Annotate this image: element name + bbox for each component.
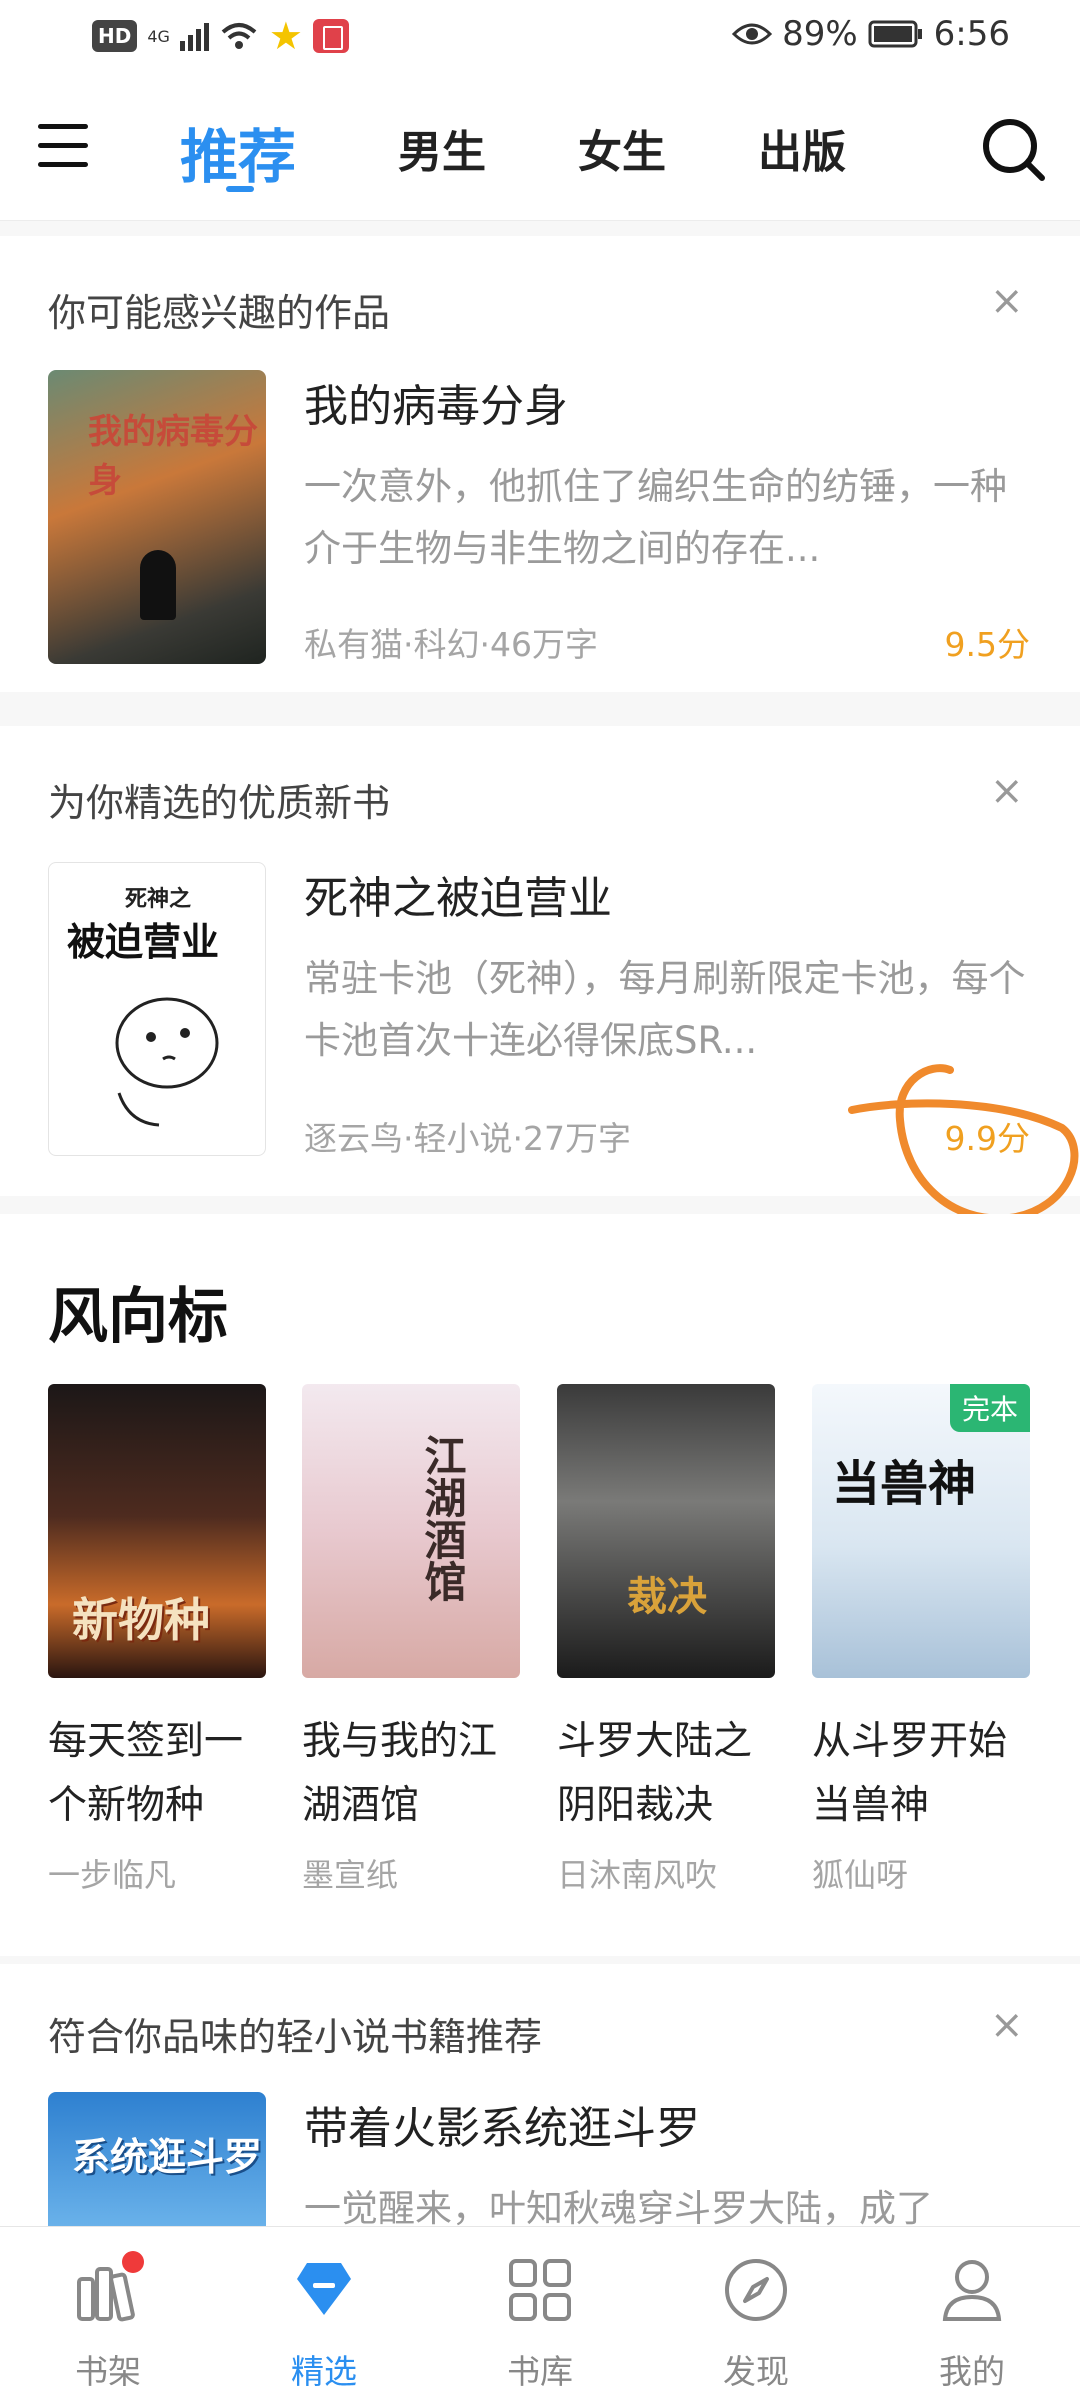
book-cover[interactable]: 完本 当兽神 [812, 1384, 1030, 1678]
book-author: 日沐南风吹 [557, 1856, 718, 1894]
app-notification-icon [313, 19, 349, 53]
hd-indicator: HD [92, 20, 138, 52]
cover-title: 当兽神 [832, 1456, 977, 1512]
cover-title: 江湖酒馆 [418, 1434, 467, 1602]
battery-icon [868, 20, 922, 48]
tab-recommend[interactable]: 推荐 [180, 110, 296, 194]
book-title[interactable]: 我的病毒分身 [304, 370, 568, 434]
cover-subtitle: 死神之 [125, 887, 192, 912]
cover-title: 我的病毒分身 [88, 412, 258, 501]
book-description: 一觉醒来，叶知秋魂穿斗罗大陆，成了 [304, 2187, 933, 2226]
section-title: 符合你品味的轻小说书籍推荐 [48, 2015, 543, 2059]
close-icon[interactable]: × [990, 278, 1024, 324]
cover-title: 新物种 [72, 1593, 210, 1647]
book-description: 常驻卡池（死神），每月刷新限定卡池，每个卡池首次十连必得保底SR... [304, 957, 1026, 1062]
book-title[interactable]: 我与我的江湖酒馆 [302, 1710, 532, 1838]
nav-label: 发现 [723, 2352, 789, 2391]
section-recommend-1: 你可能感兴趣的作品 × 我的病毒分身 我的病毒分身 一次意外，他抓住了编织生命的… [0, 236, 1080, 692]
battery-percent: 89% [782, 14, 858, 54]
signal-icon [179, 21, 209, 51]
nav-mine[interactable]: 我的 [864, 2227, 1080, 2401]
menu-icon[interactable] [38, 124, 88, 174]
book-cover[interactable]: 系统逛斗罗 [48, 2092, 266, 2226]
clock: 6:56 [933, 14, 1010, 54]
nav-label: 我的 [939, 2352, 1005, 2391]
close-icon[interactable]: × [990, 768, 1024, 814]
cover-doodle [115, 997, 219, 1127]
active-tab-indicator [226, 186, 254, 192]
compass-icon [725, 2259, 787, 2321]
book-title[interactable]: 带着火影系统逛斗罗 [304, 2092, 700, 2156]
book-author: 狐仙呀 [812, 1856, 909, 1894]
book-title[interactable]: 每天签到一个新物种 [48, 1710, 278, 1838]
tab-male[interactable]: 男生 [398, 116, 486, 180]
nav-discover[interactable]: 发现 [648, 2227, 864, 2401]
network-type: 4G [147, 26, 170, 46]
book-title[interactable]: 死神之被迫营业 [304, 862, 612, 926]
completed-badge: 完本 [949, 1384, 1030, 1432]
book-description: 一次意外，他抓住了编织生命的纺锤，一种介于生物与非生物之间的存在... [304, 465, 1007, 570]
nav-label: 精选 [291, 2352, 357, 2391]
nav-label: 书库 [507, 2352, 573, 2391]
book-title[interactable]: 斗罗大陆之阴阳裁决 [557, 1710, 787, 1838]
cover-title: 被迫营业 [67, 920, 220, 964]
book-score: 9.5分 [944, 625, 1030, 664]
search-icon[interactable] [980, 116, 1046, 182]
section-title: 你可能感兴趣的作品 [48, 291, 391, 335]
eye-icon [732, 23, 773, 45]
cover-title: 系统逛斗罗 [72, 2135, 263, 2179]
book-author: 一步临凡 [48, 1856, 177, 1894]
section-recommend-2: 为你精选的优质新书 × 死神之 被迫营业 死神之被迫营业 常驻卡池（死神），每月… [0, 726, 1080, 1196]
book-cover[interactable]: 死神之 被迫营业 [48, 862, 266, 1156]
cover-title: 裁决 [627, 1574, 707, 1620]
nav-library[interactable]: 书库 [432, 2227, 648, 2401]
top-nav: 推荐 男生 女生 出版 [0, 80, 1080, 221]
tab-publish[interactable]: 出版 [758, 116, 846, 180]
diamond-icon [297, 2263, 351, 2315]
book-cover[interactable]: 我的病毒分身 [48, 370, 266, 664]
close-icon[interactable]: × [990, 2002, 1024, 2048]
section-title: 为你精选的优质新书 [48, 781, 391, 825]
tab-female[interactable]: 女生 [578, 116, 666, 180]
tabs-fade [920, 120, 960, 180]
section-recommend-3: 符合你品味的轻小说书籍推荐 × 系统逛斗罗 带着火影系统逛斗罗 一觉醒来，叶知秋… [0, 1964, 1080, 2226]
star-icon: ★ [268, 14, 303, 58]
book-meta: 私有猫·科幻·46万字 [304, 625, 598, 664]
status-bar: HD 4G ★ 89% 6:56 [0, 0, 1080, 80]
nav-featured[interactable]: 精选 [216, 2227, 432, 2401]
book-cover[interactable]: 裁决 [557, 1384, 775, 1678]
book-meta: 逐云鸟·轻小说·27万字 [304, 1119, 631, 1158]
book-score: 9.9分 [944, 1119, 1030, 1158]
book-author: 墨宣纸 [302, 1856, 399, 1894]
grid-icon [509, 2259, 571, 2321]
wifi-icon [221, 23, 257, 49]
book-title[interactable]: 从斗罗开始当兽神 [812, 1710, 1042, 1838]
bottom-nav: 书架 精选 书库 发现 我的 [0, 2226, 1080, 2401]
nav-label: 书架 [75, 2352, 141, 2391]
cover-figure [140, 550, 176, 620]
book-cover[interactable]: 新物种 [48, 1384, 266, 1678]
book-cover[interactable]: 江湖酒馆 [302, 1384, 520, 1678]
wind-title: 风向标 [48, 1282, 228, 1352]
nav-bookshelf[interactable]: 书架 [0, 2227, 216, 2401]
notification-dot [122, 2251, 144, 2273]
person-icon [942, 2260, 1002, 2321]
